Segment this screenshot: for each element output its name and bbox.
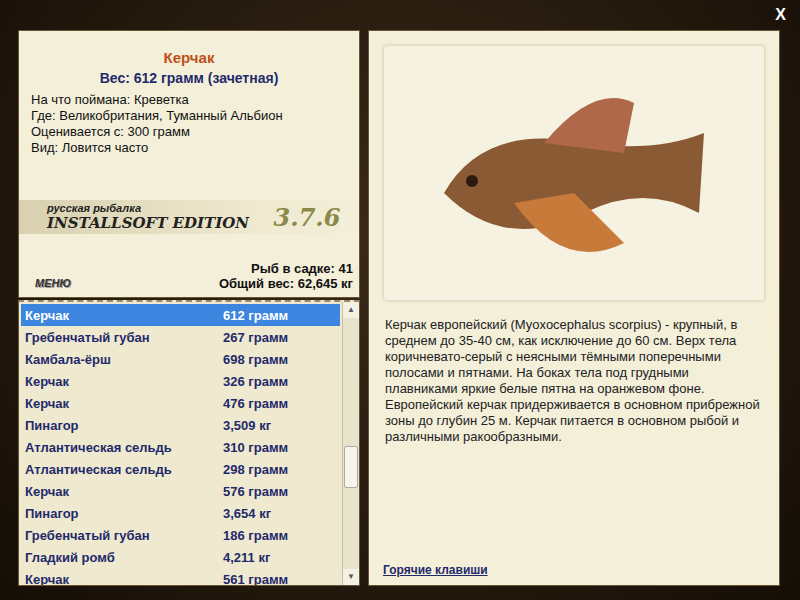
catch-weight: 3,509 кг (223, 418, 340, 433)
hotkeys-link[interactable]: Горячие клавиши (383, 563, 765, 579)
catch-name: Гребенчатый губан (25, 528, 223, 543)
fish-info-screen: X Керчак Вес: 612 грамм (зачетная) На чт… (0, 0, 800, 600)
catch-row[interactable]: Керчак 561 грамм (21, 568, 340, 585)
catch-row[interactable]: Керчак 476 грамм (21, 392, 340, 414)
catch-list-panel: Керчак 612 граммГребенчатый губан 267 гр… (18, 300, 360, 586)
catch-row[interactable]: Камбала-ёрш 698 грамм (21, 348, 340, 370)
catch-name: Атлантическая сельдь (25, 462, 223, 477)
catch-weight: 310 грамм (223, 440, 340, 455)
total-weight: Общий вес: 62,645 кг (219, 276, 353, 291)
catch-weight: 612 грамм (223, 308, 340, 323)
catch-weight: 326 грамм (223, 374, 340, 389)
menu-button[interactable]: МЕНЮ (25, 277, 71, 291)
catch-row[interactable]: Керчак 612 грамм (21, 304, 340, 326)
catch-weight: 576 грамм (223, 484, 340, 499)
fish-title: Керчак (25, 49, 353, 66)
catch-list: Керчак 612 граммГребенчатый губан 267 гр… (19, 302, 342, 585)
catch-name: Керчак (25, 484, 223, 499)
fish-description: Керчак европейский (Myoxocephalus scorpi… (385, 317, 763, 445)
fish-field: Где: Великобритания, Туманный Альбион (31, 108, 353, 124)
fish-field: Оценивается с: 300 грамм (31, 124, 353, 140)
logo-edition: INSTALLSOFT EDITION (47, 214, 268, 232)
catch-name: Керчак (25, 396, 223, 411)
list-scrollbar[interactable]: ▲ ▼ (342, 302, 359, 585)
fish-weight: Вес: 612 грамм (зачетная) (25, 70, 353, 86)
catch-row[interactable]: Керчак 576 грамм (21, 480, 340, 502)
catch-row[interactable]: Гладкий ромб 4,211 кг (21, 546, 340, 568)
scroll-down-button[interactable]: ▼ (343, 569, 359, 585)
catch-name: Керчак (25, 308, 223, 323)
stats-row: МЕНЮ Рыб в садке: 41 Общий вес: 62,645 к… (25, 261, 353, 291)
fish-icon (424, 63, 724, 283)
catch-weight: 298 грамм (223, 462, 340, 477)
description-panel: Керчак европейский (Myoxocephalus scorpi… (368, 30, 780, 586)
catch-weight: 476 грамм (223, 396, 340, 411)
catch-row[interactable]: Пинагор 3,654 кг (21, 502, 340, 524)
catch-name: Гладкий ромб (25, 550, 223, 565)
fish-field: На что поймана: Креветка (31, 92, 353, 108)
fish-info-panel: Керчак Вес: 612 грамм (зачетная) На что … (18, 30, 360, 298)
fish-fields: На что поймана: КреветкаГде: Великобрита… (25, 92, 353, 156)
catch-name: Гребенчатый губан (25, 330, 223, 345)
catch-row[interactable]: Атлантическая сельдь 310 грамм (21, 436, 340, 458)
catch-name: Пинагор (25, 418, 223, 433)
catch-name: Камбала-ёрш (25, 352, 223, 367)
catch-row[interactable]: Атлантическая сельдь 298 грамм (21, 458, 340, 480)
fish-photo (383, 45, 765, 301)
fish-count: Рыб в садке: 41 (219, 261, 353, 276)
catch-weight: 561 грамм (223, 572, 340, 586)
catch-weight: 186 грамм (223, 528, 340, 543)
keepnet-stats: Рыб в садке: 41 Общий вес: 62,645 кг (219, 261, 353, 291)
catch-name: Керчак (25, 374, 223, 389)
logo-title: русская рыбалка (47, 202, 268, 214)
logo-version: 3.7.6 (268, 203, 359, 232)
catch-row[interactable]: Гребенчатый губан 186 грамм (21, 524, 340, 546)
fish-field: Вид: Ловится часто (31, 140, 353, 156)
left-column: Керчак Вес: 612 грамм (зачетная) На что … (18, 30, 360, 586)
catch-weight: 267 грамм (223, 330, 340, 345)
catch-row[interactable]: Гребенчатый губан 267 грамм (21, 326, 340, 348)
catch-weight: 698 грамм (223, 352, 340, 367)
game-logo: русская рыбалка INSTALLSOFT EDITION 3.7.… (19, 200, 359, 234)
close-button[interactable]: X (771, 6, 790, 24)
catch-name: Керчак (25, 572, 223, 586)
catch-name: Атлантическая сельдь (25, 440, 223, 455)
scroll-up-button[interactable]: ▲ (343, 302, 359, 318)
catch-row[interactable]: Пинагор 3,509 кг (21, 414, 340, 436)
catch-weight: 4,211 кг (223, 550, 340, 565)
catch-name: Пинагор (25, 506, 223, 521)
scroll-thumb[interactable] (344, 446, 358, 488)
catch-row[interactable]: Керчак 326 грамм (21, 370, 340, 392)
catch-weight: 3,654 кг (223, 506, 340, 521)
scroll-track[interactable] (343, 318, 359, 569)
